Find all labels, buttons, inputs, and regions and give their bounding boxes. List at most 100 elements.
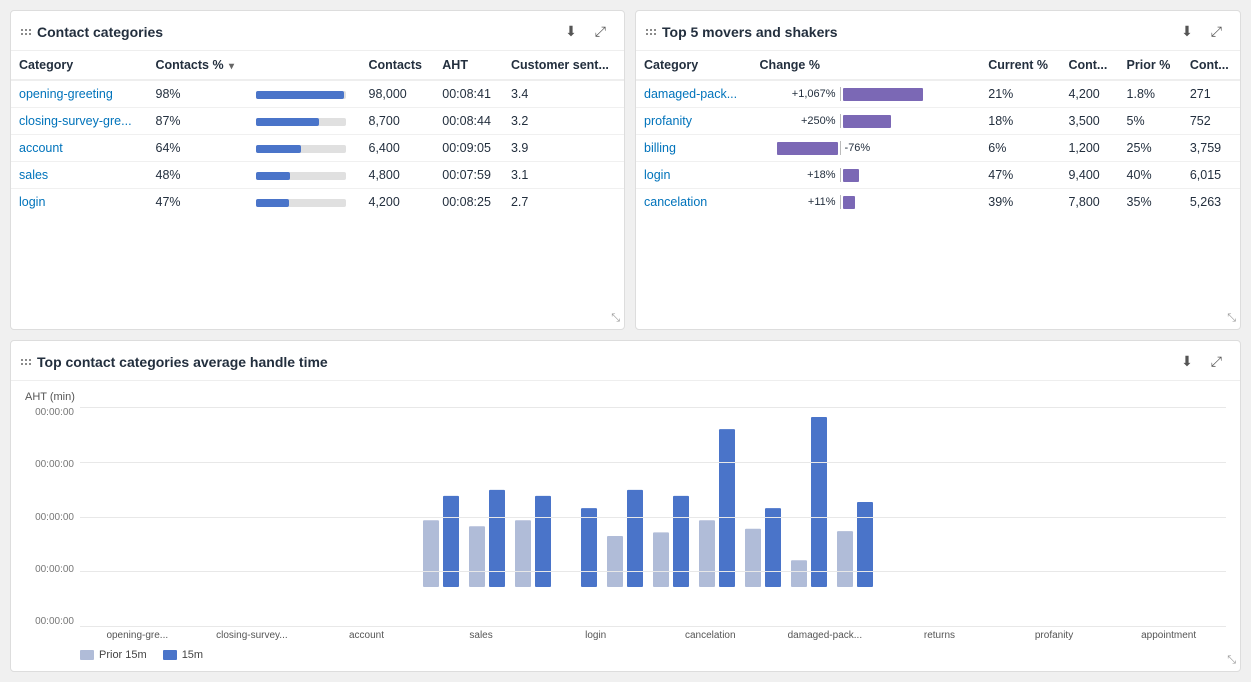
current-bar <box>857 502 873 587</box>
cell-current-pct: 47% <box>980 162 1060 189</box>
chart-legend: Prior 15m 15m <box>25 649 1226 661</box>
prior-bar <box>469 526 485 587</box>
progress-bar-bg <box>256 199 346 207</box>
download-button[interactable]: ⬇ <box>561 21 581 42</box>
cell-change: -76% <box>752 135 981 162</box>
category-link[interactable]: cancelation <box>644 195 707 209</box>
avg-handle-time-header: Top contact categories average handle ti… <box>11 341 1240 381</box>
x-axis-label: sales <box>424 627 539 641</box>
cell-cont-current: 3,500 <box>1060 108 1118 135</box>
legend-prior-label: Prior 15m <box>99 649 147 661</box>
table-row: billing -76% 6% 1,200 25% 3,759 <box>636 135 1240 162</box>
t5-col-current-pct: Current % <box>980 51 1060 80</box>
current-bar <box>535 496 551 587</box>
top5-actions: ⬇ ⤢ <box>1177 21 1226 42</box>
prior-bar <box>837 531 853 587</box>
prior-bar <box>607 536 623 587</box>
category-link[interactable]: login <box>19 195 45 209</box>
chart-area: AHT (min) 00:00:00 00:00:00 00:00:00 00:… <box>11 381 1240 671</box>
category-link[interactable]: profanity <box>644 114 692 128</box>
cell-pct: 87% <box>148 108 248 135</box>
expand-button[interactable]: ⤢ <box>591 21 610 42</box>
sort-icon[interactable]: ▾ <box>229 61 234 72</box>
cell-sentiment: 3.4 <box>503 80 624 108</box>
category-link[interactable]: damaged-pack... <box>644 87 737 101</box>
cell-prior-pct: 40% <box>1119 162 1182 189</box>
progress-bar-fill <box>256 118 319 126</box>
cell-pct: 48% <box>148 162 248 189</box>
x-axis-labels: opening-gre...closing-survey...accountsa… <box>80 627 1226 641</box>
col-aht: AHT <box>434 51 503 80</box>
category-link[interactable]: billing <box>644 141 676 155</box>
top-row: Contact categories ⬇ ⤢ Category Contacts… <box>10 10 1241 330</box>
top5-download-button[interactable]: ⬇ <box>1177 21 1197 42</box>
drag-handle-2[interactable] <box>646 29 656 35</box>
top5-resize-handle[interactable]: ⤡ <box>1227 312 1236 325</box>
cell-change: +11% <box>752 189 981 216</box>
cell-contacts: 98,000 <box>361 80 435 108</box>
cell-category: login <box>636 162 752 189</box>
x-axis-label: returns <box>882 627 997 641</box>
cell-current-pct: 21% <box>980 80 1060 108</box>
current-bar <box>489 490 505 587</box>
cell-category: account <box>11 135 148 162</box>
table-row: sales 48% 4,800 00:07:59 3.1 <box>11 162 624 189</box>
contact-categories-header: Contact categories ⬇ ⤢ <box>11 11 624 51</box>
category-link[interactable]: login <box>644 168 670 182</box>
cell-prior-pct: 25% <box>1119 135 1182 162</box>
progress-bar-fill <box>256 199 289 207</box>
avg-handle-time-label: Top contact categories average handle ti… <box>37 354 328 370</box>
cell-cont-current: 9,400 <box>1060 162 1118 189</box>
prior-bar <box>515 520 531 587</box>
current-bar <box>581 508 597 587</box>
t5-col-category: Category <box>636 51 752 80</box>
bar-chart-svg <box>80 407 1226 587</box>
col-bar <box>248 51 361 80</box>
cell-cont-prior: 6,015 <box>1182 162 1240 189</box>
cell-aht: 00:08:44 <box>434 108 503 135</box>
resize-handle[interactable]: ⤡ <box>611 312 620 325</box>
aht-download-button[interactable]: ⬇ <box>1177 351 1197 372</box>
chart-body: 00:00:00 00:00:00 00:00:00 00:00:00 00:0… <box>25 407 1226 627</box>
cell-pct: 64% <box>148 135 248 162</box>
aht-expand-button[interactable]: ⤢ <box>1207 351 1226 372</box>
category-link[interactable]: account <box>19 141 63 155</box>
x-axis-label: login <box>538 627 653 641</box>
top5-content: Category Change % Current % Cont... Prio… <box>636 51 1240 329</box>
cell-current-pct: 39% <box>980 189 1060 216</box>
prior-bar <box>423 520 439 587</box>
contact-categories-title: Contact categories <box>21 24 163 40</box>
cell-aht: 00:08:41 <box>434 80 503 108</box>
progress-bar-bg <box>256 91 346 99</box>
cell-bar <box>248 162 361 189</box>
x-axis-label: profanity <box>997 627 1112 641</box>
t5-col-cont-prior: Cont... <box>1182 51 1240 80</box>
category-link[interactable]: sales <box>19 168 48 182</box>
progress-bar-fill <box>256 145 301 153</box>
cell-category: login <box>11 189 148 216</box>
progress-bar-bg <box>256 118 346 126</box>
cell-sentiment: 3.9 <box>503 135 624 162</box>
progress-bar-bg <box>256 172 346 180</box>
cell-cont-prior: 752 <box>1182 108 1240 135</box>
cell-prior-pct: 35% <box>1119 189 1182 216</box>
x-axis-label: account <box>309 627 424 641</box>
category-link[interactable]: closing-survey-gre... <box>19 114 132 128</box>
dashboard: Contact categories ⬇ ⤢ Category Contacts… <box>0 0 1251 682</box>
cell-cont-prior: 271 <box>1182 80 1240 108</box>
table-row: account 64% 6,400 00:09:05 3.9 <box>11 135 624 162</box>
category-link[interactable]: opening-greeting <box>19 87 113 101</box>
aht-resize-handle[interactable]: ⤡ <box>1227 654 1236 667</box>
col-contacts: Contacts <box>361 51 435 80</box>
drag-handle-3[interactable] <box>21 359 31 365</box>
cell-bar <box>248 80 361 108</box>
y-axis-label: AHT (min) <box>25 391 1226 403</box>
contact-categories-actions: ⬇ ⤢ <box>561 21 610 42</box>
top5-expand-button[interactable]: ⤢ <box>1207 21 1226 42</box>
cell-category: billing <box>636 135 752 162</box>
cell-cont-current: 4,200 <box>1060 80 1118 108</box>
cell-bar <box>248 135 361 162</box>
drag-handle[interactable] <box>21 29 31 35</box>
cell-category: cancelation <box>636 189 752 216</box>
prior-bar <box>653 532 669 587</box>
